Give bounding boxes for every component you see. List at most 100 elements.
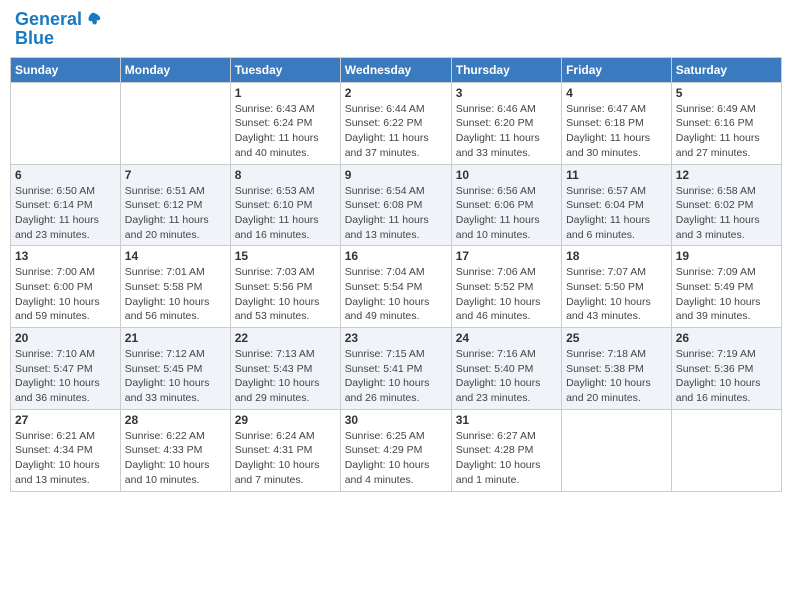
weekday-header-wednesday: Wednesday (340, 57, 451, 82)
day-info: Sunrise: 7:09 AMSunset: 5:49 PMDaylight:… (676, 265, 777, 324)
day-info: Sunrise: 7:03 AMSunset: 5:56 PMDaylight:… (235, 265, 336, 324)
calendar-week-row: 27Sunrise: 6:21 AMSunset: 4:34 PMDayligh… (11, 409, 782, 491)
calendar-cell (11, 82, 121, 164)
calendar-cell: 8 Sunrise: 6:53 AMSunset: 6:10 PMDaylight… (230, 164, 340, 246)
calendar-cell: 4Sunrise: 6:47 AMSunset: 6:18 PMDaylight… (562, 82, 672, 164)
day-info: Sunrise: 7:00 AMSunset: 6:00 PMDaylight:… (15, 265, 116, 324)
day-number: 24 (456, 331, 557, 345)
calendar-cell: 30 Sunrise: 6:25 AMSunset: 4:29 PMDayligh… (340, 409, 451, 491)
day-info: Sunrise: 6:49 AMSunset: 6:16 PMDaylight:… (676, 102, 777, 161)
calendar-week-row: 13 Sunrise: 7:00 AMSunset: 6:00 PMDayligh… (11, 246, 782, 328)
day-number: 31 (456, 413, 557, 427)
day-number: 20 (15, 331, 116, 345)
day-info: Sunrise: 7:06 AMSunset: 5:52 PMDaylight:… (456, 265, 557, 324)
day-info: Sunrise: 7:16 AMSunset: 5:40 PMDaylight:… (456, 347, 557, 406)
day-number: 28 (125, 413, 226, 427)
calendar-cell: 15Sunrise: 7:03 AMSunset: 5:56 PMDayligh… (230, 246, 340, 328)
day-info: Sunrise: 7:12 AMSunset: 5:45 PMDaylight:… (125, 347, 226, 406)
day-number: 22 (235, 331, 336, 345)
calendar-cell: 21 Sunrise: 7:12 AMSunset: 5:45 PMDayligh… (120, 328, 230, 410)
day-number: 9 (345, 168, 447, 182)
calendar-header-row: SundayMondayTuesdayWednesdayThursdayFrid… (11, 57, 782, 82)
calendar-cell: 13 Sunrise: 7:00 AMSunset: 6:00 PMDayligh… (11, 246, 121, 328)
day-info: Sunrise: 7:18 AMSunset: 5:38 PMDaylight:… (566, 347, 667, 406)
day-number: 12 (676, 168, 777, 182)
day-info: Sunrise: 6:56 AMSunset: 6:06 PMDaylight:… (456, 184, 557, 243)
day-info: Sunrise: 6:25 AMSunset: 4:29 PMDaylight:… (345, 429, 447, 488)
day-number: 19 (676, 249, 777, 263)
day-number: 18 (566, 249, 667, 263)
calendar-week-row: 1 Sunrise: 6:43 AMSunset: 6:24 PMDaylight… (11, 82, 782, 164)
weekday-header-sunday: Sunday (11, 57, 121, 82)
day-info: Sunrise: 6:22 AMSunset: 4:33 PMDaylight:… (125, 429, 226, 488)
day-info: Sunrise: 6:24 AMSunset: 4:31 PMDaylight:… (235, 429, 336, 488)
day-info: Sunrise: 6:54 AMSunset: 6:08 PMDaylight:… (345, 184, 447, 243)
logo-bird-icon (84, 11, 102, 29)
day-info: Sunrise: 7:01 AMSunset: 5:58 PMDaylight:… (125, 265, 226, 324)
day-info: Sunrise: 7:19 AMSunset: 5:36 PMDaylight:… (676, 347, 777, 406)
day-number: 10 (456, 168, 557, 182)
day-number: 3 (456, 86, 557, 100)
calendar-cell: 2Sunrise: 6:44 AMSunset: 6:22 PMDaylight… (340, 82, 451, 164)
day-number: 1 (235, 86, 336, 100)
calendar-cell: 5 Sunrise: 6:49 AMSunset: 6:16 PMDaylight… (671, 82, 781, 164)
calendar-cell (562, 409, 672, 491)
calendar-cell: 16 Sunrise: 7:04 AMSunset: 5:54 PMDayligh… (340, 246, 451, 328)
calendar-cell: 17 Sunrise: 7:06 AMSunset: 5:52 PMDayligh… (451, 246, 561, 328)
day-info: Sunrise: 7:15 AMSunset: 5:41 PMDaylight:… (345, 347, 447, 406)
day-number: 7 (125, 168, 226, 182)
day-info: Sunrise: 7:10 AMSunset: 5:47 PMDaylight:… (15, 347, 116, 406)
day-number: 27 (15, 413, 116, 427)
day-number: 16 (345, 249, 447, 263)
calendar-cell: 3 Sunrise: 6:46 AMSunset: 6:20 PMDaylight… (451, 82, 561, 164)
day-info: Sunrise: 7:13 AMSunset: 5:43 PMDaylight:… (235, 347, 336, 406)
weekday-header-tuesday: Tuesday (230, 57, 340, 82)
day-number: 14 (125, 249, 226, 263)
page-header: General Blue (10, 10, 782, 49)
day-info: Sunrise: 6:58 AMSunset: 6:02 PMDaylight:… (676, 184, 777, 243)
calendar-cell (120, 82, 230, 164)
day-info: Sunrise: 6:43 AMSunset: 6:24 PMDaylight:… (235, 102, 336, 161)
calendar-week-row: 20 Sunrise: 7:10 AMSunset: 5:47 PMDayligh… (11, 328, 782, 410)
calendar-cell: 28 Sunrise: 6:22 AMSunset: 4:33 PMDayligh… (120, 409, 230, 491)
day-number: 8 (235, 168, 336, 182)
day-number: 13 (15, 249, 116, 263)
calendar-cell (671, 409, 781, 491)
calendar-cell: 14 Sunrise: 7:01 AMSunset: 5:58 PMDayligh… (120, 246, 230, 328)
day-number: 25 (566, 331, 667, 345)
logo-text-general: General (15, 10, 82, 30)
day-number: 6 (15, 168, 116, 182)
day-info: Sunrise: 6:27 AMSunset: 4:28 PMDaylight:… (456, 429, 557, 488)
day-info: Sunrise: 7:07 AMSunset: 5:50 PMDaylight:… (566, 265, 667, 324)
calendar-cell: 27Sunrise: 6:21 AMSunset: 4:34 PMDayligh… (11, 409, 121, 491)
calendar-table: SundayMondayTuesdayWednesdayThursdayFrid… (10, 57, 782, 492)
weekday-header-saturday: Saturday (671, 57, 781, 82)
calendar-cell: 6 Sunrise: 6:50 AMSunset: 6:14 PMDaylight… (11, 164, 121, 246)
day-number: 23 (345, 331, 447, 345)
calendar-cell: 12 Sunrise: 6:58 AMSunset: 6:02 PMDayligh… (671, 164, 781, 246)
day-number: 4 (566, 86, 667, 100)
day-number: 5 (676, 86, 777, 100)
day-number: 2 (345, 86, 447, 100)
day-info: Sunrise: 6:50 AMSunset: 6:14 PMDaylight:… (15, 184, 116, 243)
day-number: 17 (456, 249, 557, 263)
calendar-cell: 29 Sunrise: 6:24 AMSunset: 4:31 PMDayligh… (230, 409, 340, 491)
day-info: Sunrise: 6:53 AMSunset: 6:10 PMDaylight:… (235, 184, 336, 243)
calendar-cell: 18 Sunrise: 7:07 AMSunset: 5:50 PMDayligh… (562, 246, 672, 328)
calendar-cell: 31 Sunrise: 6:27 AMSunset: 4:28 PMDayligh… (451, 409, 561, 491)
day-number: 11 (566, 168, 667, 182)
calendar-cell: 19 Sunrise: 7:09 AMSunset: 5:49 PMDayligh… (671, 246, 781, 328)
calendar-cell: 7Sunrise: 6:51 AMSunset: 6:12 PMDaylight… (120, 164, 230, 246)
day-info: Sunrise: 6:57 AMSunset: 6:04 PMDaylight:… (566, 184, 667, 243)
calendar-cell: 24 Sunrise: 7:16 AMSunset: 5:40 PMDayligh… (451, 328, 561, 410)
weekday-header-monday: Monday (120, 57, 230, 82)
day-number: 21 (125, 331, 226, 345)
day-info: Sunrise: 6:46 AMSunset: 6:20 PMDaylight:… (456, 102, 557, 161)
calendar-cell: 23 Sunrise: 7:15 AMSunset: 5:41 PMDayligh… (340, 328, 451, 410)
calendar-cell: 11 Sunrise: 6:57 AMSunset: 6:04 PMDayligh… (562, 164, 672, 246)
day-number: 29 (235, 413, 336, 427)
calendar-cell: 10 Sunrise: 6:56 AMSunset: 6:06 PMDayligh… (451, 164, 561, 246)
day-info: Sunrise: 7:04 AMSunset: 5:54 PMDaylight:… (345, 265, 447, 324)
calendar-cell: 25 Sunrise: 7:18 AMSunset: 5:38 PMDayligh… (562, 328, 672, 410)
day-number: 30 (345, 413, 447, 427)
